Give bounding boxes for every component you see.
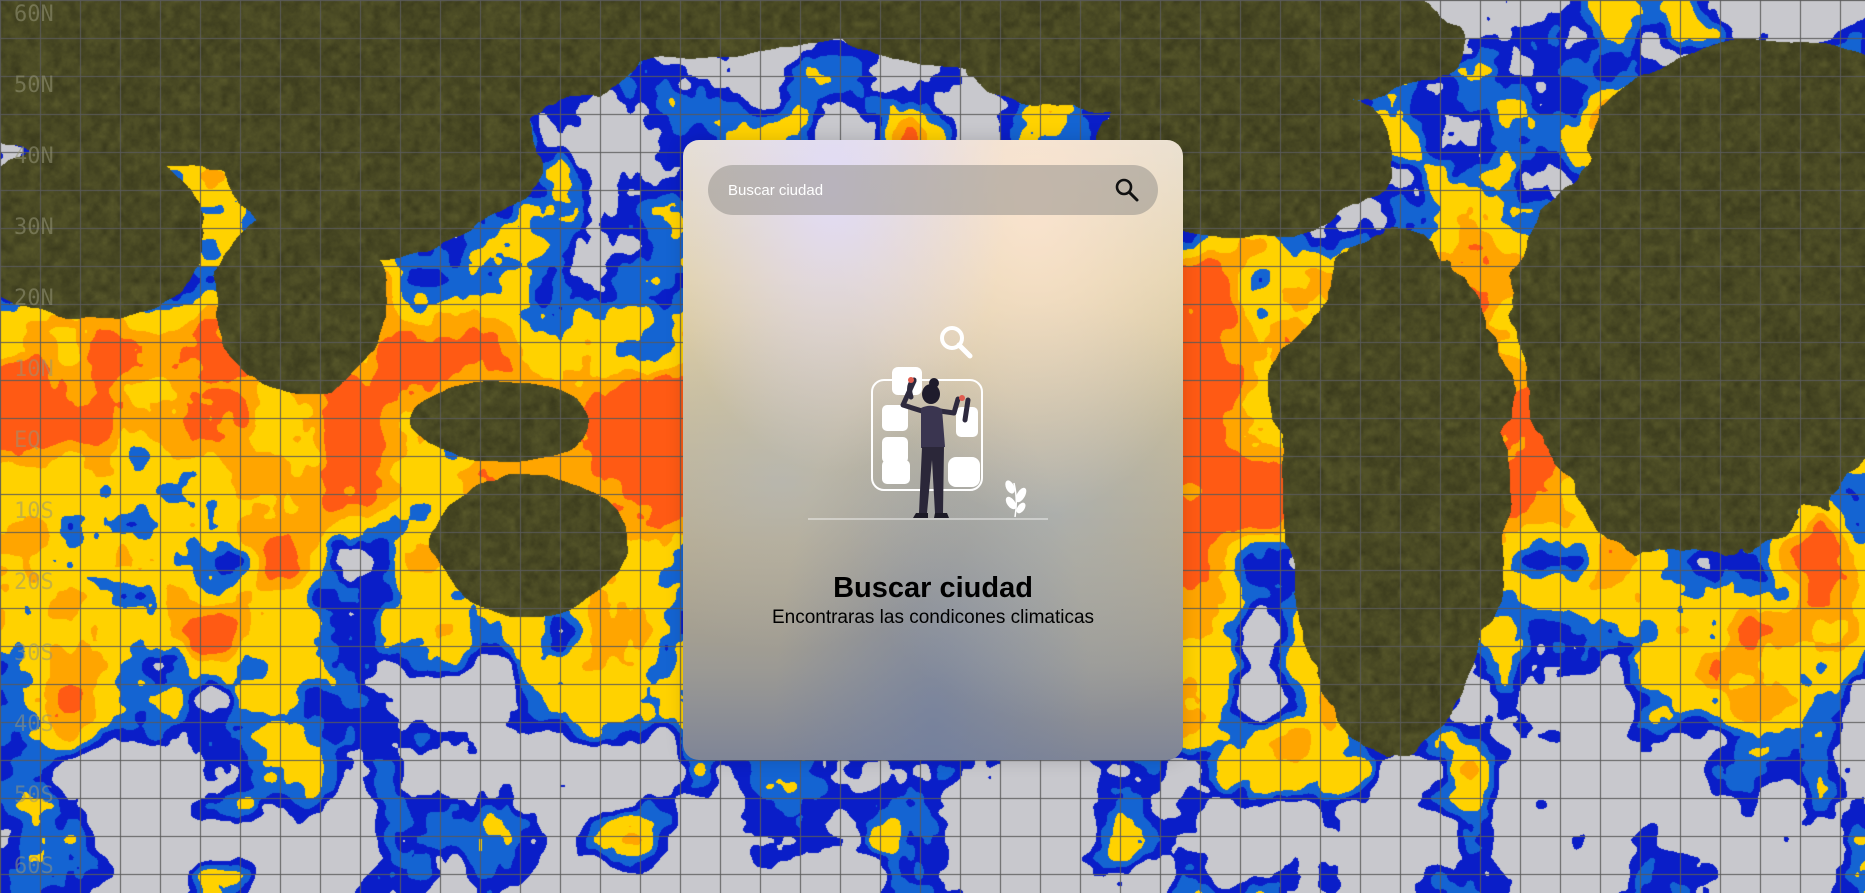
empty-state-subtitle: Encontraras las condicones climaticas	[771, 607, 1095, 628]
person-searching-illustration	[808, 326, 1048, 520]
latitude-label: 30S	[14, 641, 54, 666]
plant-decoration	[1005, 480, 1027, 518]
latitude-label: 50N	[14, 73, 54, 98]
latitude-label: 60S	[14, 854, 54, 879]
latitude-label: EQ	[14, 428, 41, 453]
latitude-label: 10N	[14, 357, 54, 382]
empty-state-title: Buscar ciudad	[833, 572, 1033, 604]
search-input[interactable]	[728, 165, 1088, 215]
latitude-label: 60N	[14, 2, 54, 27]
latitude-label: 20S	[14, 570, 54, 595]
latitude-label: 50S	[14, 783, 54, 808]
search-card: Buscar ciudad Encontraras las condicones…	[683, 140, 1183, 760]
search-icon	[1115, 178, 1139, 202]
magnifier-icon	[940, 326, 973, 359]
person-figure	[900, 377, 971, 518]
search-bar[interactable]	[708, 165, 1158, 215]
latitude-label: 40S	[14, 712, 54, 737]
latitude-label: 10S	[14, 499, 54, 524]
latitude-label: 20N	[14, 286, 54, 311]
latitude-label: 30N	[14, 215, 54, 240]
search-button[interactable]	[1114, 177, 1140, 203]
latitude-label: 40N	[14, 144, 54, 169]
